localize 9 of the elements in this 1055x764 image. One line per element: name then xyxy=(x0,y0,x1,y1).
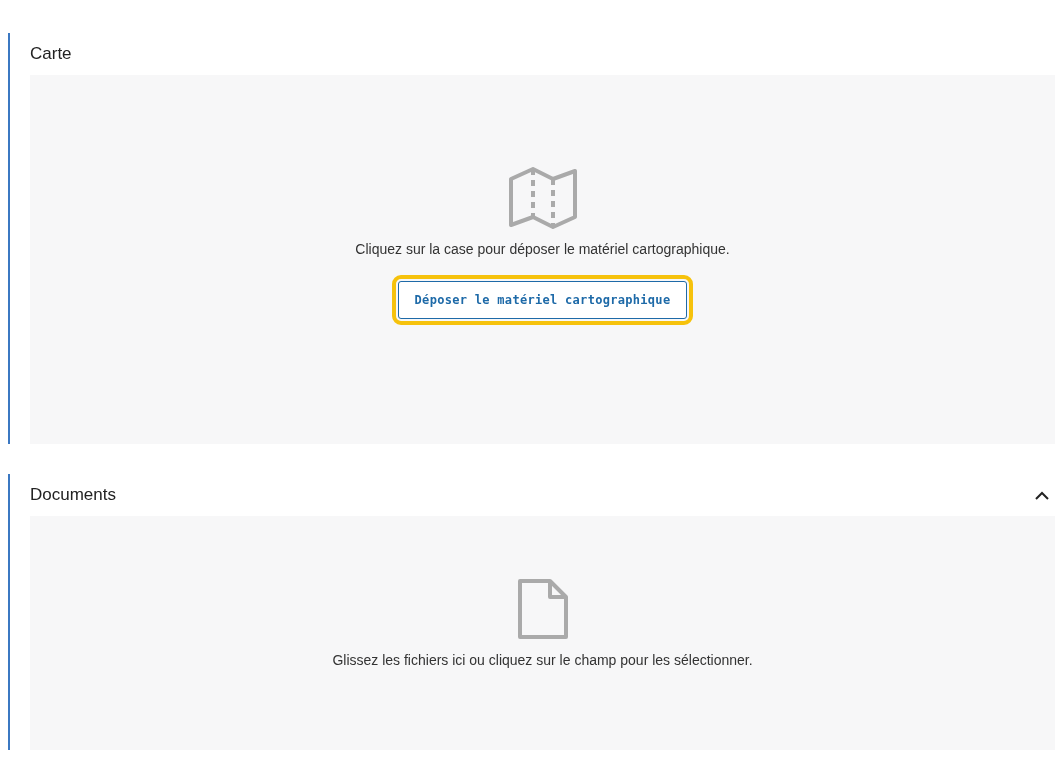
document-icon xyxy=(516,578,569,640)
section-title: Carte xyxy=(30,44,72,64)
collapse-toggle[interactable] xyxy=(1035,490,1049,500)
drop-zone-hint: Glissez les fichiers ici ou cliquez sur le champ pour les sélectionner. xyxy=(332,652,753,668)
map-drop-zone[interactable]: Cliquez sur la case pour déposer le matériel cartographique. Déposer le matériel cartographique xyxy=(30,75,1055,444)
file-drop-zone[interactable]: Glissez les fichiers ici ou cliquez sur le champ pour les sélectionner. xyxy=(30,516,1055,750)
map-icon xyxy=(506,167,579,229)
section-title: Documents xyxy=(30,485,116,505)
drop-zone-hint: Cliquez sur la case pour déposer le matériel cartographique. xyxy=(355,241,730,257)
